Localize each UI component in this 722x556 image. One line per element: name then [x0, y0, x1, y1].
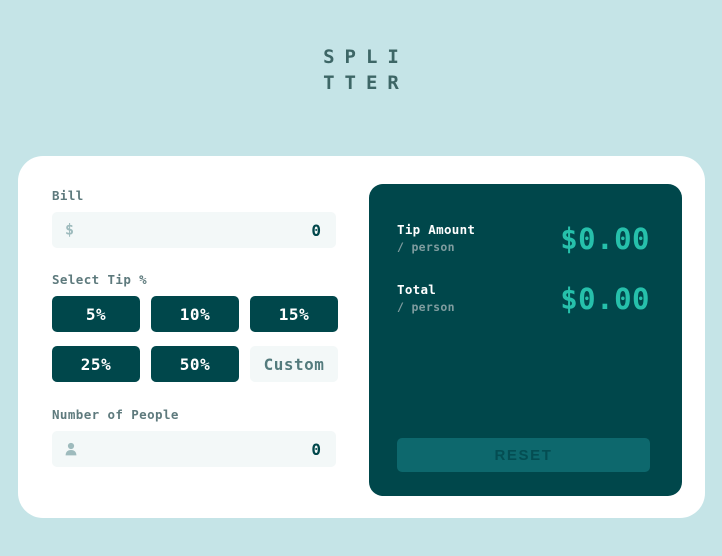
number-of-people-label: Number of People — [52, 407, 179, 422]
tip-button-5[interactable]: 5% — [52, 296, 140, 332]
total-title: Total — [397, 282, 437, 297]
total-labels: Total / person — [397, 281, 455, 316]
svg-text:$: $ — [65, 222, 74, 239]
tip-options-grid: 5% 10% 15% 25% 50% Custom — [52, 296, 338, 382]
tip-button-15[interactable]: 15% — [250, 296, 338, 332]
bill-input-container[interactable]: $ — [52, 212, 336, 248]
tip-button-10[interactable]: 10% — [151, 296, 239, 332]
select-tip-label: Select Tip % — [52, 272, 148, 287]
tip-custom-input[interactable]: Custom — [250, 346, 338, 382]
app-logo-line-2: TTER — [323, 72, 409, 94]
input-column: Bill $ Select Tip % 5% 10% 15% 25% 50% C… — [52, 184, 338, 496]
people-input-container[interactable] — [52, 431, 336, 467]
app-logo-line-1: SPLI — [323, 46, 409, 68]
total-row: Total / person $0.00 — [397, 281, 650, 316]
reset-button[interactable]: RESET — [397, 438, 650, 472]
person-icon — [65, 442, 77, 456]
results-panel: Tip Amount / person $0.00 Total / person… — [369, 184, 682, 496]
total-value: $0.00 — [560, 281, 650, 316]
bill-input[interactable] — [52, 220, 336, 240]
dollar-icon: $ — [65, 222, 76, 239]
app-header: SPLI TTER — [0, 44, 722, 96]
tip-amount-labels: Tip Amount / person — [397, 221, 475, 256]
tip-amount-row: Tip Amount / person $0.00 — [397, 221, 650, 256]
total-subtitle: / person — [397, 300, 455, 314]
tip-amount-subtitle: / person — [397, 240, 455, 254]
people-input[interactable] — [52, 439, 336, 459]
tip-button-50[interactable]: 50% — [151, 346, 239, 382]
calculator-card: Bill $ Select Tip % 5% 10% 15% 25% 50% C… — [18, 156, 705, 518]
tip-button-25[interactable]: 25% — [52, 346, 140, 382]
tip-amount-value: $0.00 — [560, 221, 650, 256]
tip-amount-title: Tip Amount — [397, 222, 476, 237]
bill-label: Bill — [52, 188, 84, 203]
